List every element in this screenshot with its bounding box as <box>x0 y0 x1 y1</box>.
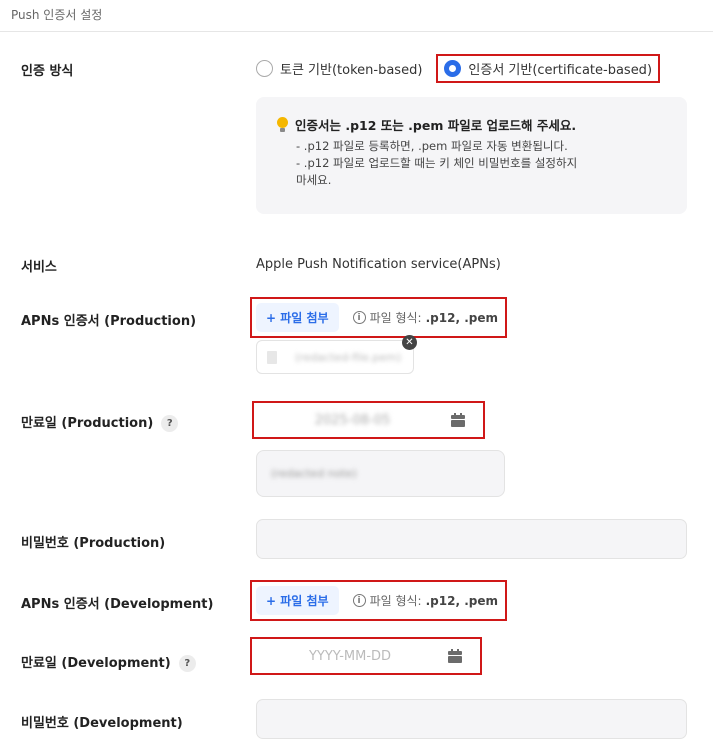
radio-token-circle[interactable] <box>256 59 273 77</box>
document-icon <box>267 350 277 364</box>
info-icon: i <box>352 311 366 324</box>
dev-format-value: .p12, .pem <box>425 593 498 608</box>
dev-expiry-label-row: 만료일 (Development)? <box>21 652 196 672</box>
dev-password-input[interactable] <box>256 699 687 739</box>
apns-prod-attach-group: + 파일 첨부 i 파일 형식: .p12, .pem <box>250 297 507 338</box>
upload-info-line: 마세요. <box>296 173 332 187</box>
prod-file-format: i 파일 형식: .p12, .pem <box>352 309 498 326</box>
dev-format-prefix: 파일 형식: <box>369 594 422 608</box>
page-title: Push 인증서 설정 <box>11 8 103 22</box>
prod-format-value: .p12, .pem <box>425 310 498 325</box>
radio-token-based[interactable]: 토큰 기반(token-based) <box>256 59 422 78</box>
radio-certificate-based[interactable]: 인증서 기반(certificate-based) <box>436 53 661 83</box>
apns-dev-attach-group: + 파일 첨부 i 파일 형식: .p12, .pem <box>250 580 507 621</box>
lightbulb-icon <box>276 116 289 133</box>
prod-blurred-note-box: (redacted note) <box>256 450 505 497</box>
service-label: 서비스 <box>21 260 57 275</box>
upload-info-title-text: 인증서는 .p12 또는 .pem 파일로 업로드해 주세요. <box>295 118 577 133</box>
close-icon[interactable]: ✕ <box>402 335 417 350</box>
upload-info-title: 인증서는 .p12 또는 .pem 파일로 업로드해 주세요. <box>276 115 669 134</box>
help-icon[interactable]: ? <box>178 655 196 672</box>
calendar-icon[interactable] <box>448 648 462 663</box>
radio-certificate-label: 인증서 기반(certificate-based) <box>468 62 653 78</box>
prod-password-label: 비밀번호 (Production) <box>21 536 166 551</box>
prod-expiry-label: 만료일 (Production) <box>21 416 154 431</box>
prod-file-name: (redacted-file.pem) <box>295 350 402 364</box>
upload-info-box: 인증서는 .p12 또는 .pem 파일로 업로드해 주세요. - .p12 파… <box>256 97 687 214</box>
upload-info-line: - .p12 파일로 등록하면, .pem 파일로 자동 변환됩니다. <box>296 139 568 153</box>
upload-info-line: - .p12 파일로 업로드할 때는 키 체인 비밀번호를 설정하지 <box>296 156 578 170</box>
radio-certificate-circle[interactable] <box>444 59 462 77</box>
info-icon: i <box>352 594 366 607</box>
dev-attach-file-button[interactable]: + 파일 첨부 <box>256 586 339 615</box>
prod-expiry-date-value: 2025-08-05 <box>314 412 391 428</box>
prod-blurred-note: (redacted note) <box>271 467 357 480</box>
prod-attach-file-button[interactable]: + 파일 첨부 <box>256 303 339 332</box>
auth-method-label: 인증 방식 <box>21 64 74 79</box>
help-icon[interactable]: ? <box>161 415 179 432</box>
dev-expiry-date-field[interactable]: YYYY-MM-DD <box>250 637 482 675</box>
prod-format-prefix: 파일 형식: <box>369 311 422 325</box>
prod-password-input[interactable] <box>256 519 687 559</box>
calendar-icon[interactable] <box>451 412 465 427</box>
service-value: Apple Push Notification service(APNs) <box>256 257 501 272</box>
auth-method-radio-group: 토큰 기반(token-based) 인증서 기반(certificate-ba… <box>256 52 661 84</box>
dev-expiry-date-placeholder: YYYY-MM-DD <box>308 648 392 664</box>
header-divider <box>0 31 713 32</box>
radio-token-label: 토큰 기반(token-based) <box>280 62 423 78</box>
apns-dev-cert-label: APNs 인증서 (Development) <box>21 597 214 612</box>
dev-password-label: 비밀번호 (Development) <box>21 716 183 731</box>
prod-file-chip: (redacted-file.pem) ✕ <box>256 335 417 374</box>
apns-prod-cert-label: APNs 인증서 (Production) <box>21 314 197 329</box>
prod-expiry-label-row: 만료일 (Production)? <box>21 412 179 432</box>
upload-info-lines: - .p12 파일로 등록하면, .pem 파일로 자동 변환됩니다. - .p… <box>276 138 669 189</box>
dev-file-format: i 파일 형식: .p12, .pem <box>352 592 498 609</box>
prod-expiry-date-field[interactable]: 2025-08-05 <box>252 401 485 439</box>
dev-expiry-label: 만료일 (Development) <box>21 656 171 671</box>
